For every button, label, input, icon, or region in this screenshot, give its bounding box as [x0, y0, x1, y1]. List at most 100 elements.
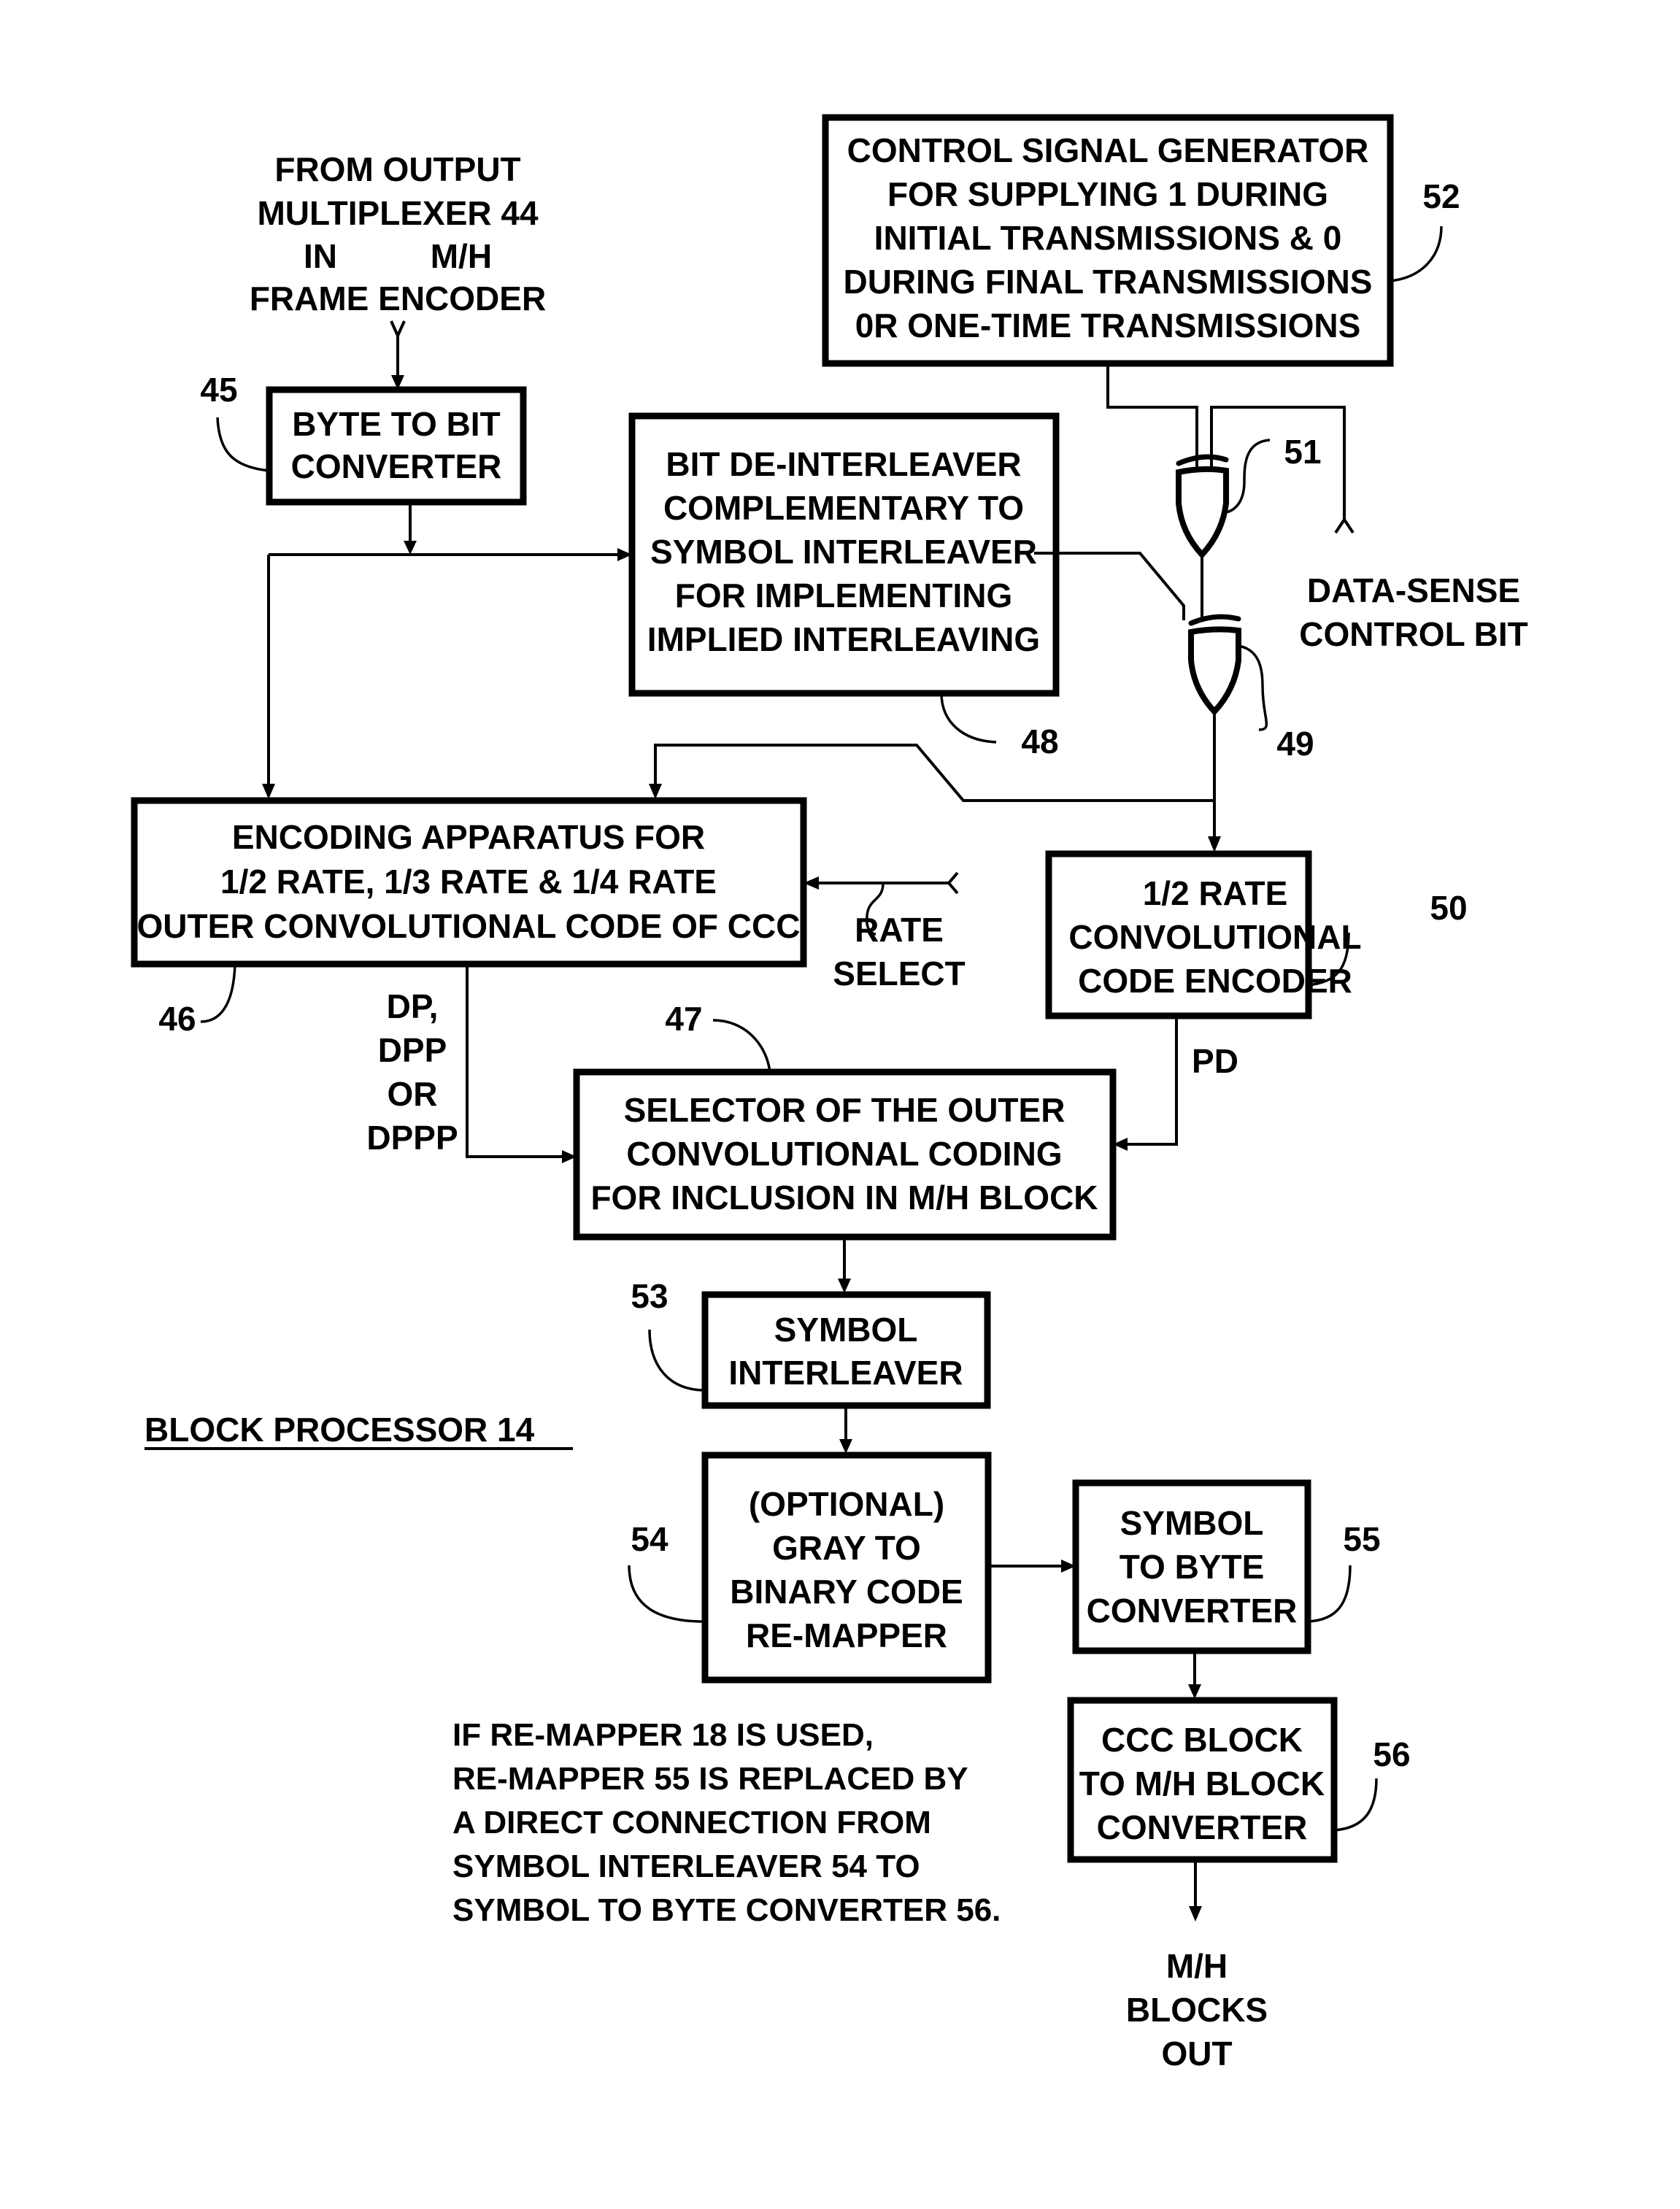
output-label: M/H BLOCKS OUT	[1126, 1947, 1268, 2073]
block-label-line: DURING FINAL TRANSMISSIONS	[844, 263, 1373, 301]
leader-line	[940, 693, 997, 744]
leader-line	[200, 963, 236, 1023]
block-label-line: CONTROL SIGNAL GENERATOR	[847, 131, 1369, 169]
pd-wire	[1128, 1016, 1178, 1146]
signal-label: SELECT	[833, 955, 965, 992]
ref-number-46: 46	[158, 1000, 196, 1038]
control-signal-wire	[1106, 363, 1198, 467]
ref-number-45: 45	[200, 371, 237, 409]
ref-number-55: 55	[1343, 1520, 1380, 1558]
leader-line	[1225, 439, 1271, 514]
block-label-line: OUTER CONVOLUTIONAL CODE OF CCC	[137, 907, 801, 945]
ref-number-53: 53	[631, 1277, 668, 1315]
note-line: SYMBOL TO BYTE CONVERTER 56.	[452, 1892, 1001, 1928]
block-label-line: BYTE TO BIT	[292, 405, 500, 443]
leader-line	[1390, 225, 1443, 282]
block-label-line: 0R ONE-TIME TRANSMISSIONS	[855, 307, 1361, 344]
input-label-line: IN M/H	[304, 237, 492, 275]
pd-label: PD	[1192, 1042, 1238, 1080]
leader-line	[648, 1329, 706, 1392]
ref-number-49: 49	[1276, 725, 1314, 763]
block-label-line: CONVERTER	[1087, 1592, 1298, 1630]
ref-number-47: 47	[665, 1000, 702, 1038]
symbol-interleaver[interactable]: SYMBOL INTERLEAVER	[701, 1291, 991, 1409]
signal-label: DATA-SENSE	[1307, 571, 1520, 609]
ref-number-51: 51	[1284, 433, 1321, 471]
input-label-line: MULTIPLEXER 44	[257, 194, 539, 232]
half-rate-convolutional-encoder[interactable]: 1/2 RATE CONVOLUTIONAL CODE ENCODER	[1045, 850, 1362, 1019]
block-label-line: COMPLEMENTARY TO	[663, 489, 1024, 527]
block-label-line: SYMBOL	[774, 1311, 918, 1349]
signal-label: DPP	[378, 1031, 447, 1069]
block-label-line: 1/2 RATE, 1/3 RATE & 1/4 RATE	[220, 863, 717, 901]
ref-number-48: 48	[1021, 722, 1058, 760]
input-label-line: FROM OUTPUT	[274, 150, 520, 188]
block-label-line: INTERLEAVER	[728, 1354, 963, 1392]
data-sense-label: DATA-SENSE CONTROL BIT	[1299, 571, 1527, 653]
note-line: IF RE-MAPPER 18 IS USED,	[452, 1717, 874, 1753]
xor-gate-49[interactable]	[1188, 614, 1241, 716]
signal-label: DP,	[387, 987, 439, 1025]
block-label-line: ENCODING APPARATUS FOR	[232, 818, 705, 856]
block-label-line: RE-MAPPER	[746, 1616, 947, 1654]
block-label-line: FOR SUPPLYING 1 DURING	[887, 175, 1328, 213]
ref-number-50: 50	[1430, 889, 1467, 927]
leader-line	[628, 1565, 706, 1623]
outer-coding-selector[interactable]: SELECTOR OF THE OUTER CONVOLUTIONAL CODI…	[573, 1068, 1117, 1241]
input-label-line: FRAME ENCODER	[250, 280, 546, 317]
xor-gate-51[interactable]	[1176, 454, 1229, 559]
signal-label: OR	[388, 1075, 438, 1113]
output-label-line: OUT	[1161, 2035, 1232, 2073]
block-label-line: TO M/H BLOCK	[1079, 1765, 1325, 1803]
note-line: SYMBOL INTERLEAVER 54 TO	[452, 1848, 920, 1884]
block-label-line: CCC BLOCK	[1101, 1721, 1303, 1759]
figure-title-text: BLOCK PROCESSOR 14	[145, 1411, 535, 1449]
signal-label: DPPP	[366, 1119, 458, 1157]
block-processor-diagram: FROM OUTPUT MULTIPLEXER 44 IN M/H FRAME …	[131, 114, 1528, 2073]
control-signal-generator[interactable]: CONTROL SIGNAL GENERATOR FOR SUPPLYING 1…	[822, 114, 1394, 367]
output-label-line: BLOCKS	[1126, 1991, 1268, 2029]
ref-number-56: 56	[1373, 1735, 1410, 1773]
block-label-line: (OPTIONAL)	[749, 1485, 944, 1523]
leader-line	[712, 1019, 771, 1073]
leader-line	[1307, 1565, 1352, 1623]
block-label-line: CONVOLUTIONAL CODING	[626, 1135, 1062, 1173]
rate-select-terminal	[947, 871, 959, 895]
block-label-line: INITIAL TRANSMISSIONS & 0	[874, 219, 1342, 257]
block-label-line: SELECTOR OF THE OUTER	[624, 1091, 1066, 1129]
block-label-line: BINARY CODE	[730, 1573, 963, 1611]
bit-deinterleaver[interactable]: BIT DE-INTERLEAVER COMPLEMENTARY TO SYMB…	[628, 412, 1060, 697]
encoder-output-wire	[466, 964, 563, 1158]
remapper-note: IF RE-MAPPER 18 IS USED, RE-MAPPER 55 IS…	[452, 1717, 1001, 1928]
leader-line	[1238, 644, 1268, 731]
rate-select-label[interactable]: RATE SELECT	[833, 911, 965, 992]
note-line: RE-MAPPER 55 IS REPLACED BY	[452, 1761, 968, 1797]
block-label-line: CONVERTER	[1097, 1808, 1308, 1846]
block-label-line: FOR IMPLEMENTING	[675, 577, 1013, 614]
figure-title: BLOCK PROCESSOR 14	[145, 1411, 573, 1450]
encoding-apparatus[interactable]: ENCODING APPARATUS FOR 1/2 RATE, 1/3 RAT…	[131, 797, 807, 968]
block-label-line: FOR INCLUSION IN M/H BLOCK	[590, 1179, 1098, 1217]
encoder-output-label: DP, DPP OR DPPP	[366, 987, 458, 1157]
leader-line	[216, 417, 270, 472]
data-sense-terminal	[1334, 517, 1355, 534]
block-label-line: SYMBOL INTERLEAVER	[650, 533, 1037, 571]
input-wire	[390, 320, 406, 390]
block-label-line: IMPLIED INTERLEAVING	[647, 620, 1040, 658]
leader-line	[1333, 1778, 1378, 1832]
block-label-line: GRAY TO	[772, 1529, 921, 1567]
signal-label: CONTROL BIT	[1299, 615, 1527, 653]
data-sense-wire	[1210, 406, 1346, 520]
block-label-line: CODE ENCODER	[1078, 962, 1352, 1000]
signal-label: RATE	[855, 911, 944, 949]
ref-number-52: 52	[1422, 177, 1460, 215]
block-label-line: BIT DE-INTERLEAVER	[666, 445, 1021, 483]
block-label-line: SYMBOL	[1120, 1504, 1264, 1542]
block-label-line: TO BYTE	[1120, 1548, 1265, 1586]
ccc-to-mh-block-converter[interactable]: CCC BLOCK TO M/H BLOCK CONVERTER	[1067, 1697, 1338, 1863]
block-label-line: 1/2 RATE	[1143, 874, 1288, 912]
symbol-to-byte-converter[interactable]: SYMBOL TO BYTE CONVERTER	[1072, 1479, 1311, 1654]
gray-to-binary-remapper[interactable]: (OPTIONAL) GRAY TO BINARY CODE RE-MAPPER	[701, 1452, 992, 1684]
output-label-line: M/H	[1166, 1947, 1228, 1985]
byte-to-bit-converter[interactable]: BYTE TO BIT CONVERTER	[266, 386, 527, 506]
